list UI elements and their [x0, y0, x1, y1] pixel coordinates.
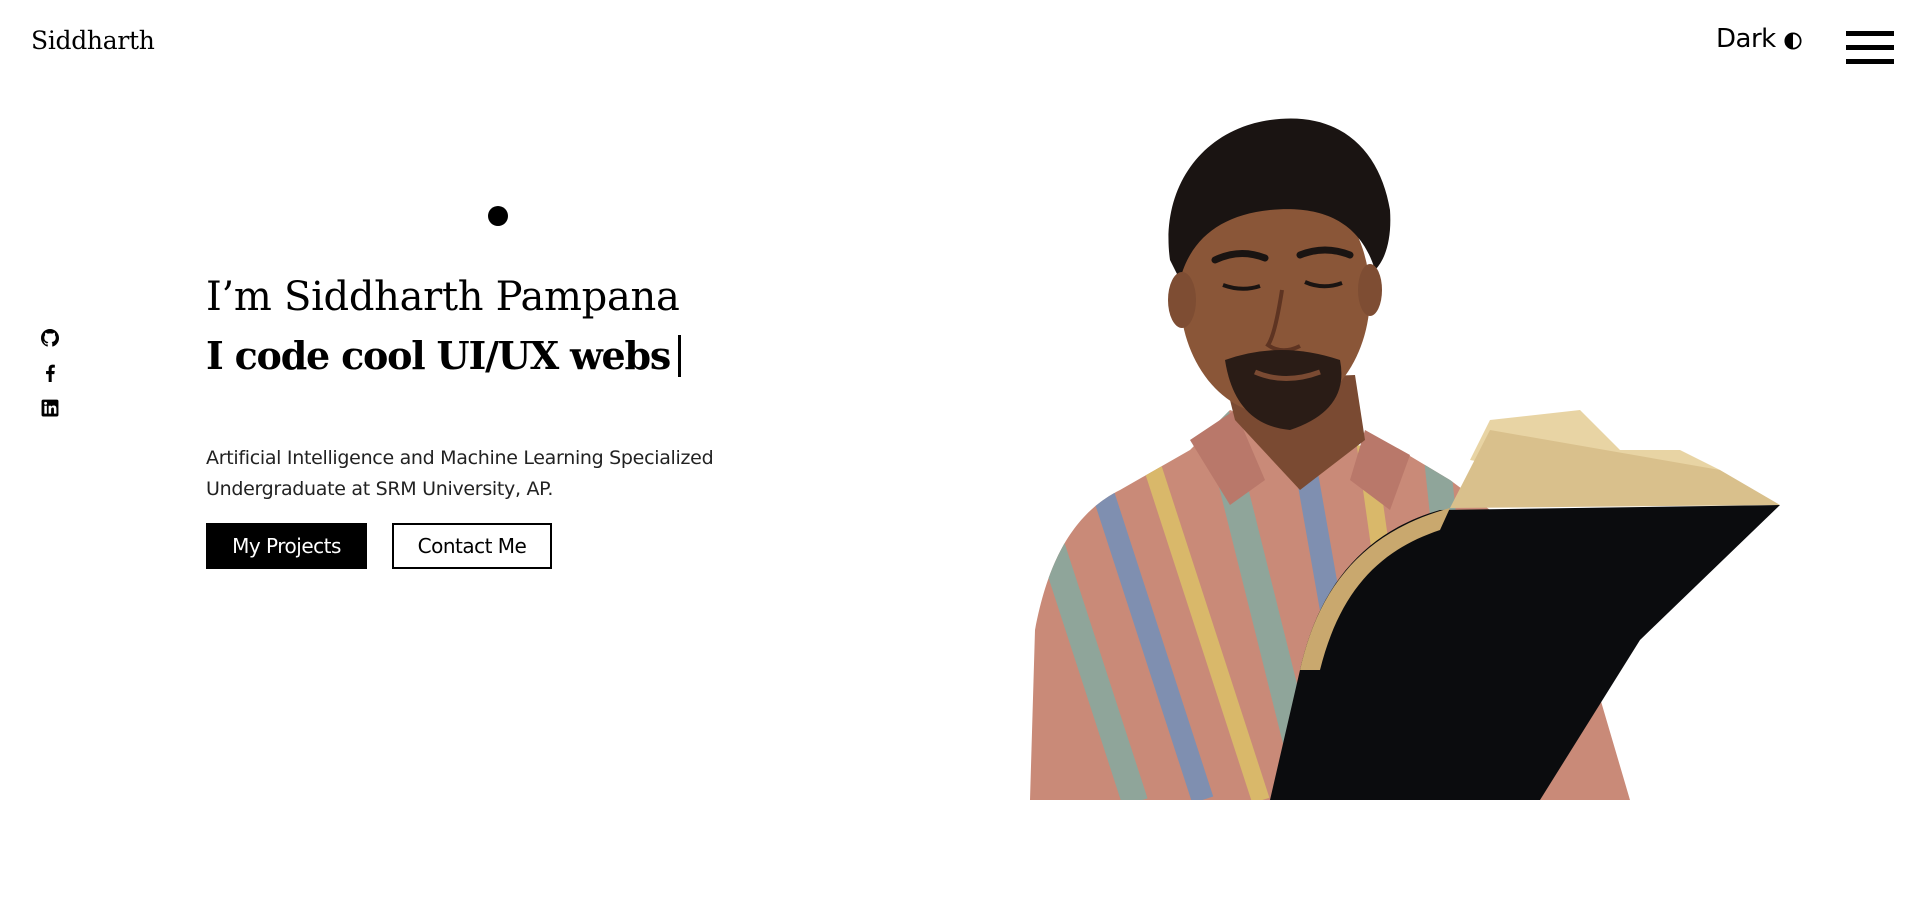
hero-description-line1: Artificial Intelligence and Machine Lear… [206, 447, 714, 469]
typed-text: I code cool UI/UX webs [206, 333, 671, 378]
social-links [41, 329, 59, 417]
hamburger-menu-icon[interactable] [1846, 31, 1894, 65]
my-projects-button[interactable]: My Projects [206, 523, 367, 569]
github-icon[interactable] [41, 329, 59, 347]
theme-toggle-label: Dark [1716, 24, 1776, 54]
brand-logo[interactable]: Siddharth [31, 26, 155, 55]
portrait-image [1030, 118, 1780, 800]
theme-toggle[interactable]: Dark [1716, 24, 1802, 54]
linkedin-icon[interactable] [41, 399, 59, 417]
contrast-icon [1784, 32, 1802, 50]
page: Siddharth Dark I’m Siddharth Pampana I c… [0, 0, 1920, 897]
typed-headline: I code cool UI/UX webs [206, 333, 682, 378]
hero-description: Artificial Intelligence and Machine Lear… [206, 443, 766, 505]
typing-cursor [678, 334, 682, 377]
contact-me-button[interactable]: Contact Me [392, 523, 552, 569]
facebook-icon[interactable] [41, 364, 59, 382]
hero-title: I’m Siddharth Pampana [206, 274, 680, 320]
decorative-dot [488, 206, 508, 226]
hero-description-line2: Undergraduate at SRM University, AP. [206, 478, 554, 500]
